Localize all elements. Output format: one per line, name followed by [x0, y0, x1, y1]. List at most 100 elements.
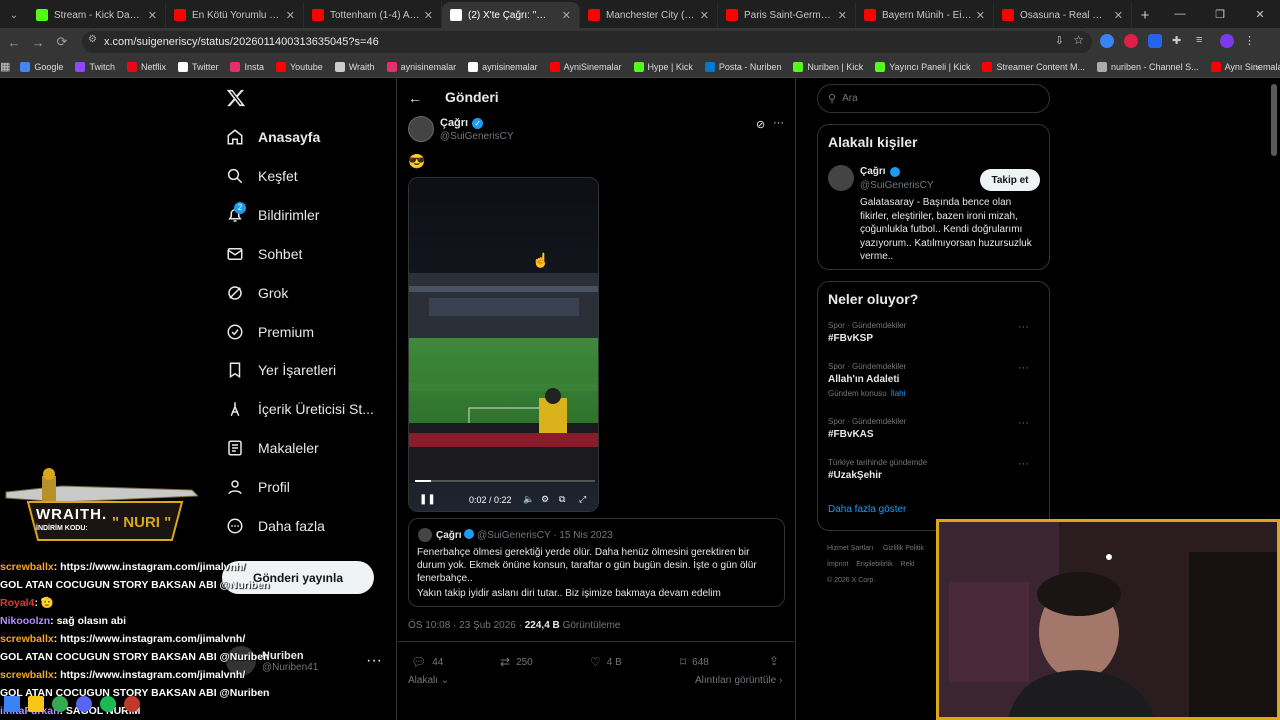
bookmark-item[interactable]: Netflix [126, 61, 166, 72]
bookmark-item[interactable]: Google [20, 61, 63, 72]
bookmark-item[interactable]: AyniSinemalar [549, 61, 622, 72]
follow-button[interactable]: Takip et [980, 169, 1040, 191]
trend-item[interactable]: Spor · Gündemdekiler Allah'ın Adaleti ··· G… [828, 362, 1041, 398]
bookmark-item[interactable]: Aynı Sinemalar - Ça... [1210, 61, 1280, 72]
post-author[interactable]: Çağrı [440, 117, 468, 129]
profile-avatar-icon[interactable] [1220, 34, 1234, 48]
more-bookmarks-icon[interactable]: » [1255, 62, 1260, 72]
settings-icon[interactable]: ⚙ [541, 494, 549, 505]
back-icon[interactable]: ← [2, 35, 26, 50]
footer-link[interactable]: Erişilebilirlik [856, 561, 893, 568]
extension-icon[interactable] [1124, 34, 1138, 48]
pause-icon[interactable]: ❚❚ [419, 494, 436, 505]
more-dots-icon[interactable]: ··· [773, 117, 784, 129]
more-dots-icon[interactable]: ··· [1018, 458, 1029, 470]
footer-link[interactable]: Rekl [901, 561, 915, 568]
footer-link[interactable]: Gizlilik Politik [883, 545, 924, 552]
x-logo-icon[interactable] [226, 88, 246, 113]
bookmark-item[interactable]: Youtube [276, 61, 323, 72]
nav-item[interactable]: Daha fazla [226, 517, 325, 535]
windows-start-icon[interactable] [4, 696, 20, 712]
reading-list-icon[interactable]: ≡ [1196, 34, 1210, 48]
tab[interactable]: Paris Saint-Germain (3-0) ✕ [718, 2, 856, 28]
trend-item[interactable]: Spor · Gündemdekiler #FBvKAS ··· [828, 417, 1041, 440]
close-window-icon[interactable]: ✕ [1240, 8, 1280, 21]
avatar[interactable] [828, 165, 854, 191]
bookmark-item[interactable]: Hype | Kick [633, 61, 693, 72]
tab-close-icon[interactable]: ✕ [148, 9, 157, 22]
nav-item[interactable]: Profil [226, 478, 290, 496]
forward-icon[interactable]: → [26, 35, 50, 50]
bookmark-item[interactable]: aynisinemalar [468, 61, 538, 72]
new-tab-button[interactable]: + [1132, 2, 1158, 28]
back-arrow-icon[interactable]: ← [408, 90, 422, 106]
tab[interactable]: Stream - Kick Dashboard ✕ [28, 2, 166, 28]
footer-link[interactable]: Hizmet Şartları [827, 545, 873, 552]
bookmark-item[interactable]: Posta - Nuriben [704, 61, 781, 72]
tab-close-icon[interactable]: ✕ [976, 9, 985, 22]
minimize-icon[interactable]: — [1160, 8, 1200, 20]
post-handle[interactable]: @SuiGenerisCY [440, 131, 514, 142]
trend-item[interactable]: Spor · Gündemdekiler #FBvKSP ··· [828, 321, 1041, 344]
folder-icon[interactable] [28, 696, 44, 712]
view-quotes-link[interactable]: Alıntıları görüntüle › [695, 675, 782, 686]
search-input[interactable]: ⚲ Ara [817, 84, 1050, 113]
tab-search-icon[interactable]: ⌄ [0, 2, 28, 28]
nav-item[interactable]: Yer İşaretleri [226, 361, 336, 379]
bookmark-item[interactable]: Streamer Content M... [982, 61, 1085, 72]
nav-item[interactable]: Keşfet [226, 167, 298, 185]
tab[interactable]: Osasuna - Real Madrid (2 ✕ [994, 2, 1132, 28]
bookmark-item[interactable]: Nuriben | Kick [793, 61, 863, 72]
footer-link[interactable]: İmprint [827, 561, 848, 568]
more-dots-icon[interactable]: ··· [1018, 321, 1029, 333]
tab[interactable]: (2) X'te Çağrı: "😎 https:/ ✕ [442, 2, 580, 28]
extensions-puzzle-icon[interactable]: ✚ [1172, 34, 1186, 48]
site-info-icon[interactable]: ⚙ [88, 34, 97, 45]
bookmark-item[interactable]: Twitter [177, 61, 218, 72]
grok-icon[interactable]: ⊘ [756, 118, 765, 131]
scrollbar[interactable] [1271, 84, 1277, 156]
bookmark-item[interactable]: aynisinemalar [386, 61, 456, 72]
maximize-icon[interactable]: ❐ [1200, 8, 1240, 21]
tab-close-icon[interactable]: ✕ [562, 9, 571, 22]
tab-close-icon[interactable]: ✕ [286, 9, 295, 22]
bookmark-item[interactable]: Twitch [75, 61, 115, 72]
bookmark-item[interactable]: Wraith [334, 61, 375, 72]
bookmark-item[interactable]: Yayıncı Paneli | Kick [875, 61, 970, 72]
like-button[interactable]: ♡ 4 B [590, 655, 622, 669]
extension-icon[interactable] [1148, 34, 1162, 48]
tab[interactable]: Bayern Münih - Eintracht ✕ [856, 2, 994, 28]
nav-item[interactable]: Sohbet [226, 245, 302, 263]
nav-item[interactable]: Anasayfa [226, 128, 320, 146]
more-dots-icon[interactable]: ··· [1018, 417, 1029, 429]
fullscreen-icon[interactable]: ⤢ [579, 494, 586, 505]
bookmark-item[interactable]: Insta [230, 61, 264, 72]
install-icon[interactable]: ⇩ [1055, 34, 1064, 47]
bookmark-button[interactable]: ⌑ 648 [680, 655, 709, 669]
avatar[interactable] [408, 116, 434, 142]
nav-item[interactable]: İçerik Üreticisi St... [226, 400, 374, 418]
nav-item[interactable]: Premium [226, 323, 314, 341]
video-player[interactable]: ❚❚ 0:02 / 0:22 🔈 ⚙ ⧉ ⤢ [408, 177, 599, 512]
more-dots-icon[interactable]: ··· [366, 652, 382, 670]
bookmark-item[interactable]: nuriben - Channel S... [1097, 61, 1199, 72]
tab-close-icon[interactable]: ✕ [700, 9, 709, 22]
menu-dots-icon[interactable]: ⋮ [1244, 34, 1258, 48]
star-icon[interactable]: ☆ [1073, 33, 1084, 47]
nav-item[interactable]: Bildirimler 2 [226, 201, 319, 224]
reload-icon[interactable]: ⟳ [50, 34, 74, 50]
tab-close-icon[interactable]: ✕ [838, 9, 847, 22]
app-icon[interactable] [124, 696, 140, 712]
relevance-sort[interactable]: Alakalı ⌄ [408, 675, 449, 686]
discord-icon[interactable] [76, 696, 92, 712]
tab-close-icon[interactable]: ✕ [424, 9, 433, 22]
extension-icon[interactable] [1100, 34, 1114, 48]
more-dots-icon[interactable]: ··· [1018, 362, 1029, 374]
related-name[interactable]: Çağrı [860, 166, 886, 177]
related-handle[interactable]: @SuiGenerisCY [860, 180, 934, 191]
repost-button[interactable]: ⇄ 250 [500, 655, 533, 669]
url-input[interactable]: ⚙ x.com/suigeneriscy/status/202601140031… [82, 31, 1092, 53]
apps-grid-icon[interactable]: ▦ [0, 60, 10, 73]
nav-item[interactable]: Grok [226, 284, 288, 302]
tab-close-icon[interactable]: ✕ [1114, 9, 1123, 22]
